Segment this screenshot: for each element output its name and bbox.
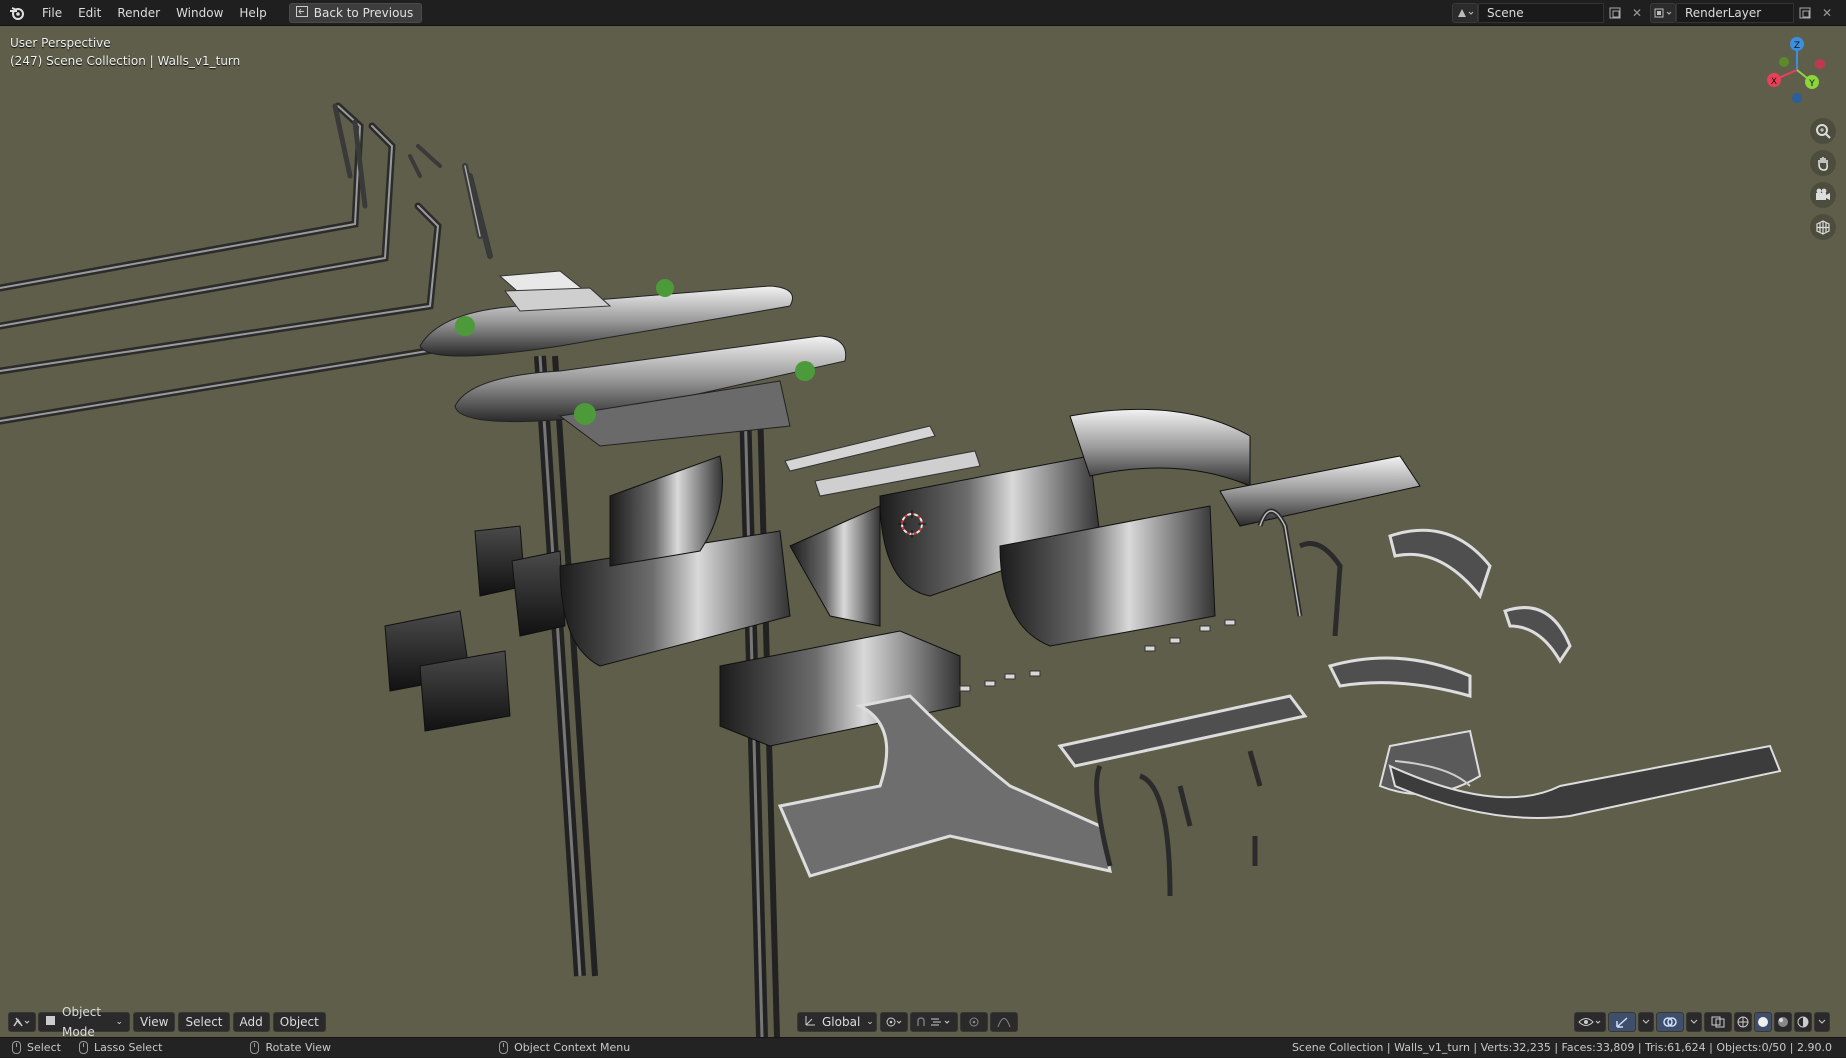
scene-geometry[interactable] (0, 26, 1846, 1037)
menu-help[interactable]: Help (231, 0, 274, 26)
status-hint-select: Select (12, 1041, 61, 1054)
overlays-dropdown-icon[interactable] (1686, 1012, 1702, 1032)
viewport-info: User Perspective (247) Scene Collection … (10, 34, 240, 70)
zoom-icon[interactable] (1810, 118, 1836, 144)
select-menu[interactable]: Select (178, 1012, 230, 1032)
render-layer-remove-icon[interactable]: ✕ (1816, 3, 1838, 23)
overlays-toggle-icon[interactable] (1656, 1012, 1684, 1032)
shading-dropdown-icon[interactable] (1814, 1012, 1830, 1032)
rendered-shading-icon[interactable] (1794, 1012, 1812, 1032)
gizmos-toggle-icon[interactable] (1608, 1012, 1636, 1032)
scene-statistics: Scene Collection | Walls_v1_turn | Verts… (1291, 1041, 1832, 1054)
scene-name-field[interactable]: Scene (1478, 3, 1604, 23)
status-bar: Select Lasso Select Rotate View Object C… (0, 1037, 1846, 1057)
scene-selector: Scene ✕ (1452, 3, 1648, 23)
view-menu[interactable]: View (133, 1012, 176, 1032)
status-hint-context: Object Context Menu (499, 1041, 630, 1054)
scene-new-icon[interactable] (1604, 3, 1626, 23)
wireframe-shading-icon[interactable] (1734, 1012, 1752, 1032)
collection-info: (247) Scene Collection | Walls_v1_turn (10, 54, 241, 68)
wall-modules (384, 408, 1421, 747)
falloff-curve-icon[interactable] (990, 1012, 1018, 1032)
status-context-label: Object Context Menu (514, 1041, 631, 1054)
object-mode-dropdown[interactable]: Object Mode ⌄ (38, 1005, 130, 1037)
object-menu[interactable]: Object (272, 1012, 326, 1032)
status-hint-lasso: Lasso Select (78, 1041, 163, 1054)
proportional-editing-icon[interactable] (960, 1012, 988, 1032)
mouse-right-icon (499, 1041, 509, 1054)
back-to-previous-button[interactable]: Back to Previous (288, 2, 423, 23)
back-arrow-icon (295, 4, 308, 22)
back-to-previous-label: Back to Previous (313, 5, 414, 20)
mouse-middle-icon (250, 1041, 260, 1054)
object-mode-icon (45, 1012, 56, 1032)
add-menu[interactable]: Add (232, 1012, 270, 1032)
render-layer-name-field[interactable]: RenderLayer (1676, 3, 1794, 23)
transform-orientation-dropdown[interactable]: Global ⌄ (797, 1012, 877, 1032)
navigation-tools (1810, 118, 1836, 240)
chevron-down-icon: ⌄ (866, 1017, 874, 1027)
transform-controls: Global ⌄ (797, 1012, 1020, 1032)
shading-controls (1574, 1012, 1832, 1032)
status-rotate-label: Rotate View (265, 1041, 332, 1054)
snap-icon[interactable] (910, 1012, 958, 1032)
pipe-lines (0, 102, 493, 425)
xray-toggle-icon[interactable] (1704, 1012, 1732, 1032)
solid-shading-icon[interactable] (1754, 1012, 1772, 1032)
menu-window[interactable]: Window (168, 0, 231, 26)
menu-render[interactable]: Render (109, 0, 168, 26)
floating-platforms (419, 270, 847, 447)
status-lasso-label: Lasso Select (93, 1041, 163, 1054)
svg-text:X: X (1771, 77, 1777, 87)
status-hint-rotate: Rotate View (250, 1041, 331, 1054)
ortho-grid-icon[interactable] (1810, 214, 1836, 240)
navigation-gizmo[interactable]: Z X Y (1762, 34, 1832, 106)
gizmos-dropdown-icon[interactable] (1638, 1012, 1654, 1032)
menu-file[interactable]: File (34, 0, 70, 26)
view-name: User Perspective (10, 36, 111, 50)
scene-browse-icon[interactable] (1452, 3, 1478, 23)
blender-logo-icon[interactable] (0, 0, 34, 26)
camera-view-icon[interactable] (1810, 182, 1836, 208)
menu-edit[interactable]: Edit (70, 0, 109, 26)
pan-hand-icon[interactable] (1810, 150, 1836, 176)
chevron-down-icon: ⌄ (115, 1017, 123, 1027)
mouse-drag-icon (78, 1041, 88, 1054)
svg-text:Y: Y (1808, 79, 1815, 89)
3d-viewport[interactable]: User Perspective (247) Scene Collection … (0, 26, 1846, 1037)
orientation-axes-icon (804, 1012, 816, 1032)
render-layer-browse-icon[interactable] (1650, 3, 1676, 23)
render-layer-new-icon[interactable] (1794, 3, 1816, 23)
svg-text:Z: Z (1794, 41, 1800, 51)
orientation-label: Global (822, 1015, 861, 1029)
mouse-left-icon (12, 1041, 21, 1054)
material-preview-shading-icon[interactable] (1774, 1012, 1792, 1032)
scene-remove-icon[interactable]: ✕ (1626, 3, 1648, 23)
render-layer-selector: RenderLayer ✕ (1650, 3, 1838, 23)
pivot-point-icon[interactable] (880, 1012, 908, 1032)
top-bar: File Edit Render Window Help Back to Pre… (0, 0, 1846, 26)
editor-type-icon[interactable] (8, 1012, 36, 1032)
status-select-label: Select (27, 1041, 61, 1054)
object-mode-label: Object Mode (62, 1005, 102, 1037)
viewport-header: Object Mode ⌄ View Select Add Object Glo… (0, 1005, 1846, 1037)
visibility-eye-icon[interactable] (1574, 1012, 1606, 1032)
